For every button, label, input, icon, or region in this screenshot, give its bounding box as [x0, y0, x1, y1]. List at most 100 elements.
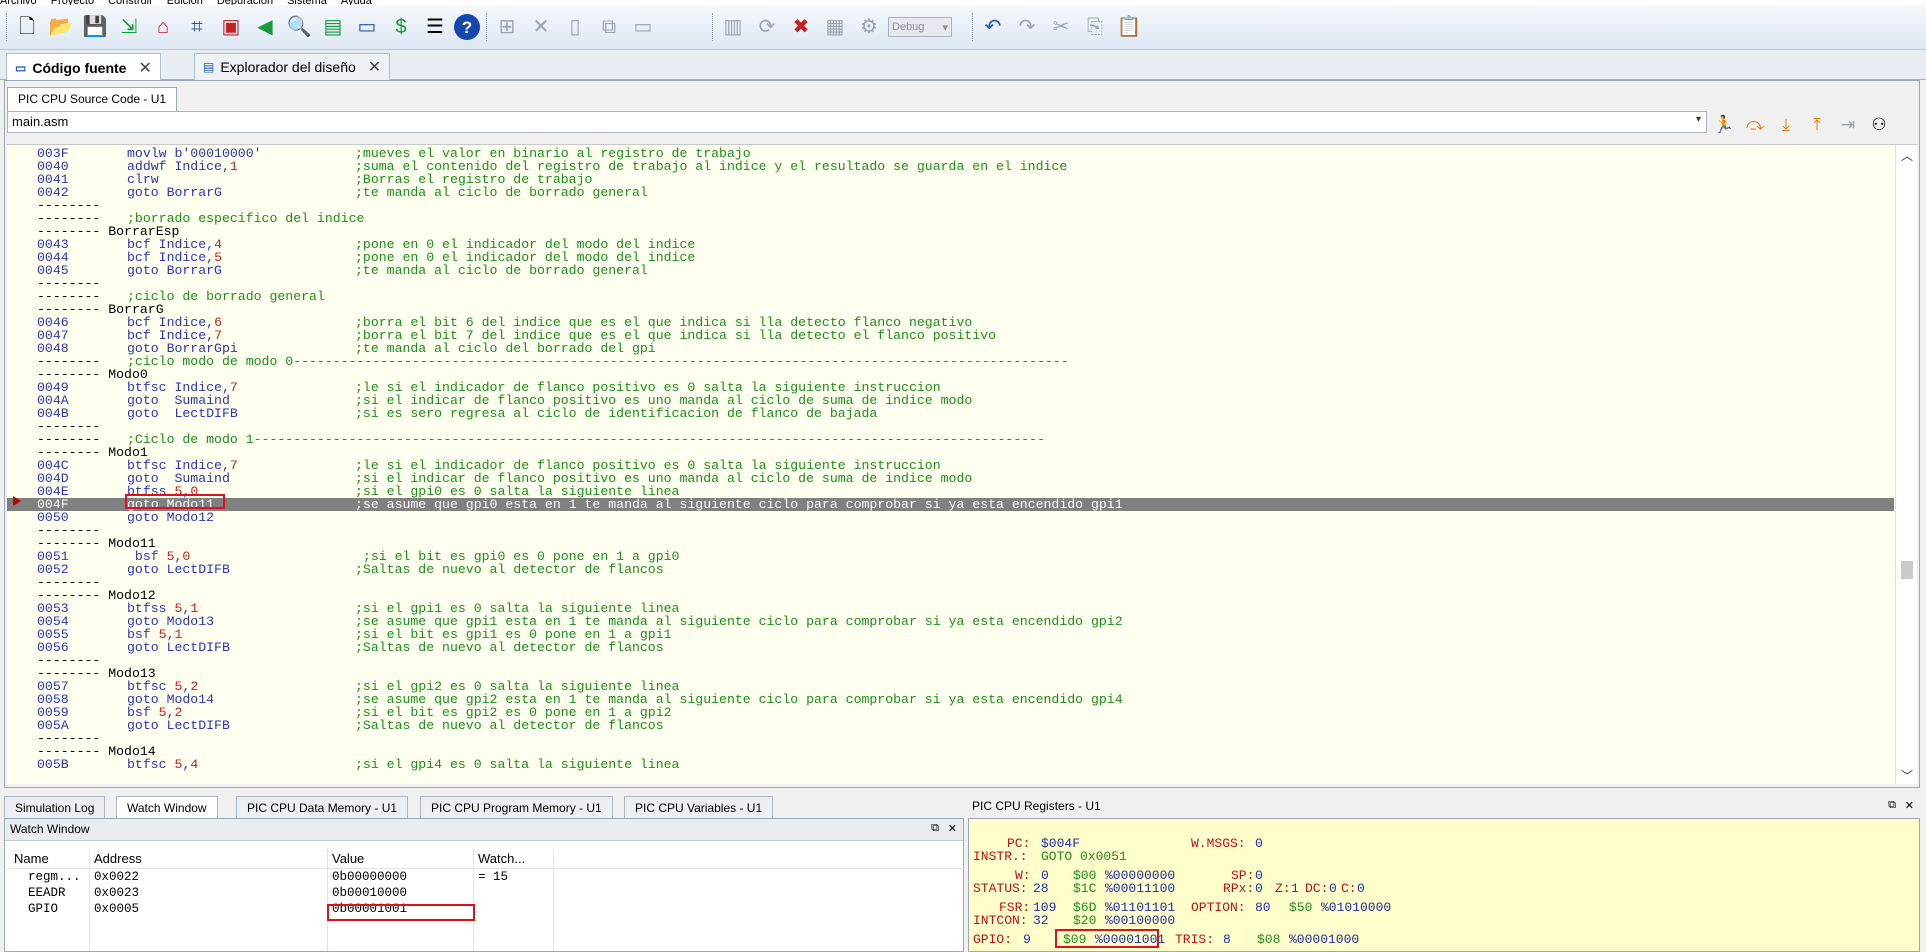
redo-icon[interactable]: ↷ [1012, 12, 1042, 42]
chip-icon[interactable]: ▣ [216, 12, 246, 42]
run-icon[interactable]: 🏃 [1711, 111, 1737, 137]
scroll-up-icon[interactable]: ︿ [1901, 147, 1913, 164]
code-line[interactable]: 0056 goto LectDIFB ;Saltas de nuevo al det… [7, 641, 1894, 654]
close-icon[interactable]: ✕ [138, 58, 151, 78]
code-line[interactable]: 0058 goto Modo14 ;se asume que gpi2 esta e… [7, 693, 1894, 706]
code-line[interactable]: 0054 goto Modo13 ;se asume que gpi1 esta e… [7, 615, 1894, 628]
save-icon[interactable]: 💾 [80, 12, 110, 42]
dock-icon[interactable]: ⧉ [1888, 799, 1896, 812]
table-row[interactable]: regm... 0x0022 0b00000000 = 15 [6, 869, 964, 885]
close-icon[interactable]: ✕ [948, 822, 957, 835]
tab-watch-window[interactable]: Watch Window [116, 796, 218, 818]
component-icon[interactable]: ⌗ [182, 12, 212, 42]
tab-simulation-log[interactable]: Simulation Log [4, 796, 106, 818]
code-line[interactable]: 004A goto Sumaind ;si el indicar de flanco… [7, 394, 1894, 407]
step-over-icon[interactable]: ⤼ [1742, 111, 1768, 137]
column-header-value[interactable]: Value [332, 849, 364, 869]
cpu-icon[interactable]: ▦ [820, 12, 850, 42]
tab-data-memory[interactable]: PIC CPU Data Memory - U1 [236, 796, 409, 818]
code-line[interactable]: 0042 goto BorrarG ;te manda al ciclo de bo… [7, 186, 1894, 199]
tab-source-code[interactable]: ▭ Código fuente ✕ [6, 53, 161, 81]
insert-icon[interactable]: ⊞ [492, 12, 522, 42]
step-out-icon[interactable]: ⤒ [1804, 111, 1830, 137]
code-line[interactable]: 0059 bsf 5,2 ;si el bit es gpi2 es 0 pone … [7, 706, 1894, 719]
bill-of-materials-icon[interactable]: $ [386, 12, 416, 42]
code-line[interactable]: 0055 bsf 5,1 ;si el bit es gpi1 es 0 pone … [7, 628, 1894, 641]
code-line[interactable]: -------- ;borrado especifico del indice [7, 212, 1894, 225]
code-line[interactable]: -------- ;Ciclo de modo 1----------------… [7, 433, 1894, 446]
code-line[interactable]: 0052 goto LectDIFB ;Saltas de nuevo al det… [7, 563, 1894, 576]
code-line[interactable]: -------- [7, 576, 1894, 589]
code-line[interactable]: -------- Modo12 [7, 589, 1894, 602]
document-green-icon[interactable]: ▤ [318, 12, 348, 42]
build-icon[interactable]: ▥ [718, 12, 748, 42]
code-line[interactable]: 0047 bcf Indice,7 ;borra el bit 7 del indi… [7, 329, 1894, 342]
code-line[interactable]: 005A goto LectDIFB ;Saltas de nuevo al det… [7, 719, 1894, 732]
table-row[interactable]: GPIO 0x0005 0b00001001 [6, 901, 964, 917]
copy-page-icon[interactable]: ⧉ [594, 12, 624, 42]
column-header-address[interactable]: Address [94, 849, 142, 869]
code-line[interactable]: 004D goto Sumaind ;si el indicar de flanco… [7, 472, 1894, 485]
code-line[interactable]: 0050 goto Modo12 [7, 511, 1894, 524]
undo-icon[interactable]: ↶ [978, 12, 1008, 42]
code-line[interactable]: -------- Modo1 [7, 446, 1894, 459]
step-into-icon[interactable]: ⤓ [1773, 111, 1799, 137]
code-editor[interactable]: 003F movlw b'00010000' ;mueves el valor en… [7, 144, 1917, 784]
code-line[interactable]: -------- ;ciclo modo de modo 0-----------… [7, 355, 1894, 368]
delete-icon[interactable]: ✕ [526, 12, 556, 42]
column-header-name[interactable]: Name [14, 849, 49, 869]
scroll-down-icon[interactable]: ﹀ [1901, 767, 1913, 784]
tab-pic-cpu-source[interactable]: PIC CPU Source Code - U1 [7, 87, 178, 111]
help-icon[interactable]: ? [454, 14, 480, 40]
code-line[interactable]: 005B btfsc 5,4 ;si el gpi4 es 0 salta la s… [7, 758, 1894, 771]
code-line[interactable]: 0045 goto BorrarG ;te manda al ciclo de bo… [7, 264, 1894, 277]
breakpoint-toggle-icon[interactable]: ⚇ [1866, 111, 1892, 137]
dock-icon[interactable]: ⧉ [931, 822, 939, 835]
code-line[interactable]: 004B goto LectDIFB ;si es sero regresa al … [7, 407, 1894, 420]
clipboard-toolbar-group: ↶ ↷ ✂ ⎘ 📋 [972, 9, 1148, 45]
open-folder-icon[interactable]: 📂 [46, 12, 76, 42]
source-file-select[interactable]: main.asm ▾ [7, 111, 1707, 133]
code-line[interactable]: 0044 bcf Indice,5 ;pone en 0 el indicador … [7, 251, 1894, 264]
code-line[interactable]: -------- [7, 654, 1894, 667]
code-line[interactable]: -------- Modo13 [7, 667, 1894, 680]
page-settings-icon[interactable]: ▭ [628, 12, 658, 42]
close-icon[interactable]: ✕ [1905, 799, 1914, 812]
code-line-current[interactable]: 004F goto Modo11 ;se asume que gpi0 esta e… [7, 498, 1894, 511]
back-icon[interactable]: ◀ [250, 12, 280, 42]
tab-variables[interactable]: PIC CPU Variables - U1 [624, 796, 774, 818]
paste-icon[interactable]: 📋 [1114, 12, 1144, 42]
gear-icon[interactable]: ⚙ [854, 12, 884, 42]
code-line[interactable]: -------- ;ciclo de borrado general [7, 290, 1894, 303]
new-file-icon[interactable]: 🗋 [12, 12, 42, 42]
vertical-scrollbar[interactable]: ︿ ﹀ [1895, 145, 1917, 784]
code-line[interactable]: 0041 clrw ;Borras el registro de trabajo [7, 173, 1894, 186]
table-row[interactable]: EEADR 0x0023 0b00010000 [6, 885, 964, 901]
code-line[interactable]: 0040 addwf Indice,1 ;suma el contenido del… [7, 160, 1894, 173]
copy-icon[interactable]: ⎘ [1080, 12, 1110, 42]
zoom-icon[interactable]: 🔍 [284, 12, 314, 42]
binary-icon[interactable]: ▭ [352, 12, 382, 42]
code-line[interactable]: 0043 bcf Indice,4 ;pone en 0 el indicador … [7, 238, 1894, 251]
refresh-icon[interactable]: ⟳ [752, 12, 782, 42]
home-icon[interactable]: ⌂ [148, 12, 178, 42]
import-icon[interactable]: ⇲ [114, 12, 144, 42]
run-to-cursor-icon[interactable]: ⇥ [1835, 111, 1861, 137]
code-line[interactable]: 0051 bsf 5,0 ;si el bit es gpi0 es 0 pon… [7, 550, 1894, 563]
code-line[interactable]: -------- Modo14 [7, 745, 1894, 758]
cut-icon[interactable]: ✂ [1046, 12, 1076, 42]
column-header-watch[interactable]: Watch... [478, 849, 525, 869]
code-line[interactable]: -------- BorrarEsp [7, 225, 1894, 238]
code-line[interactable]: -------- Modo0 [7, 368, 1894, 381]
code-line[interactable]: -------- Modo11 [7, 537, 1894, 550]
notes-icon[interactable]: ☰ [420, 12, 450, 42]
debug-config-select[interactable]: Debug ▾ [888, 17, 952, 37]
tab-design-explorer[interactable]: ▤ Explorador del diseño ✕ [194, 53, 391, 80]
code-line[interactable]: -------- [7, 732, 1894, 745]
new-page-icon[interactable]: ▯ [560, 12, 590, 42]
stop-build-icon[interactable]: ✖ [786, 12, 816, 42]
tab-program-memory[interactable]: PIC CPU Program Memory - U1 [420, 796, 613, 818]
code-line[interactable]: -------- [7, 524, 1894, 537]
close-icon[interactable]: ✕ [368, 57, 381, 77]
scroll-thumb[interactable] [1901, 561, 1913, 579]
